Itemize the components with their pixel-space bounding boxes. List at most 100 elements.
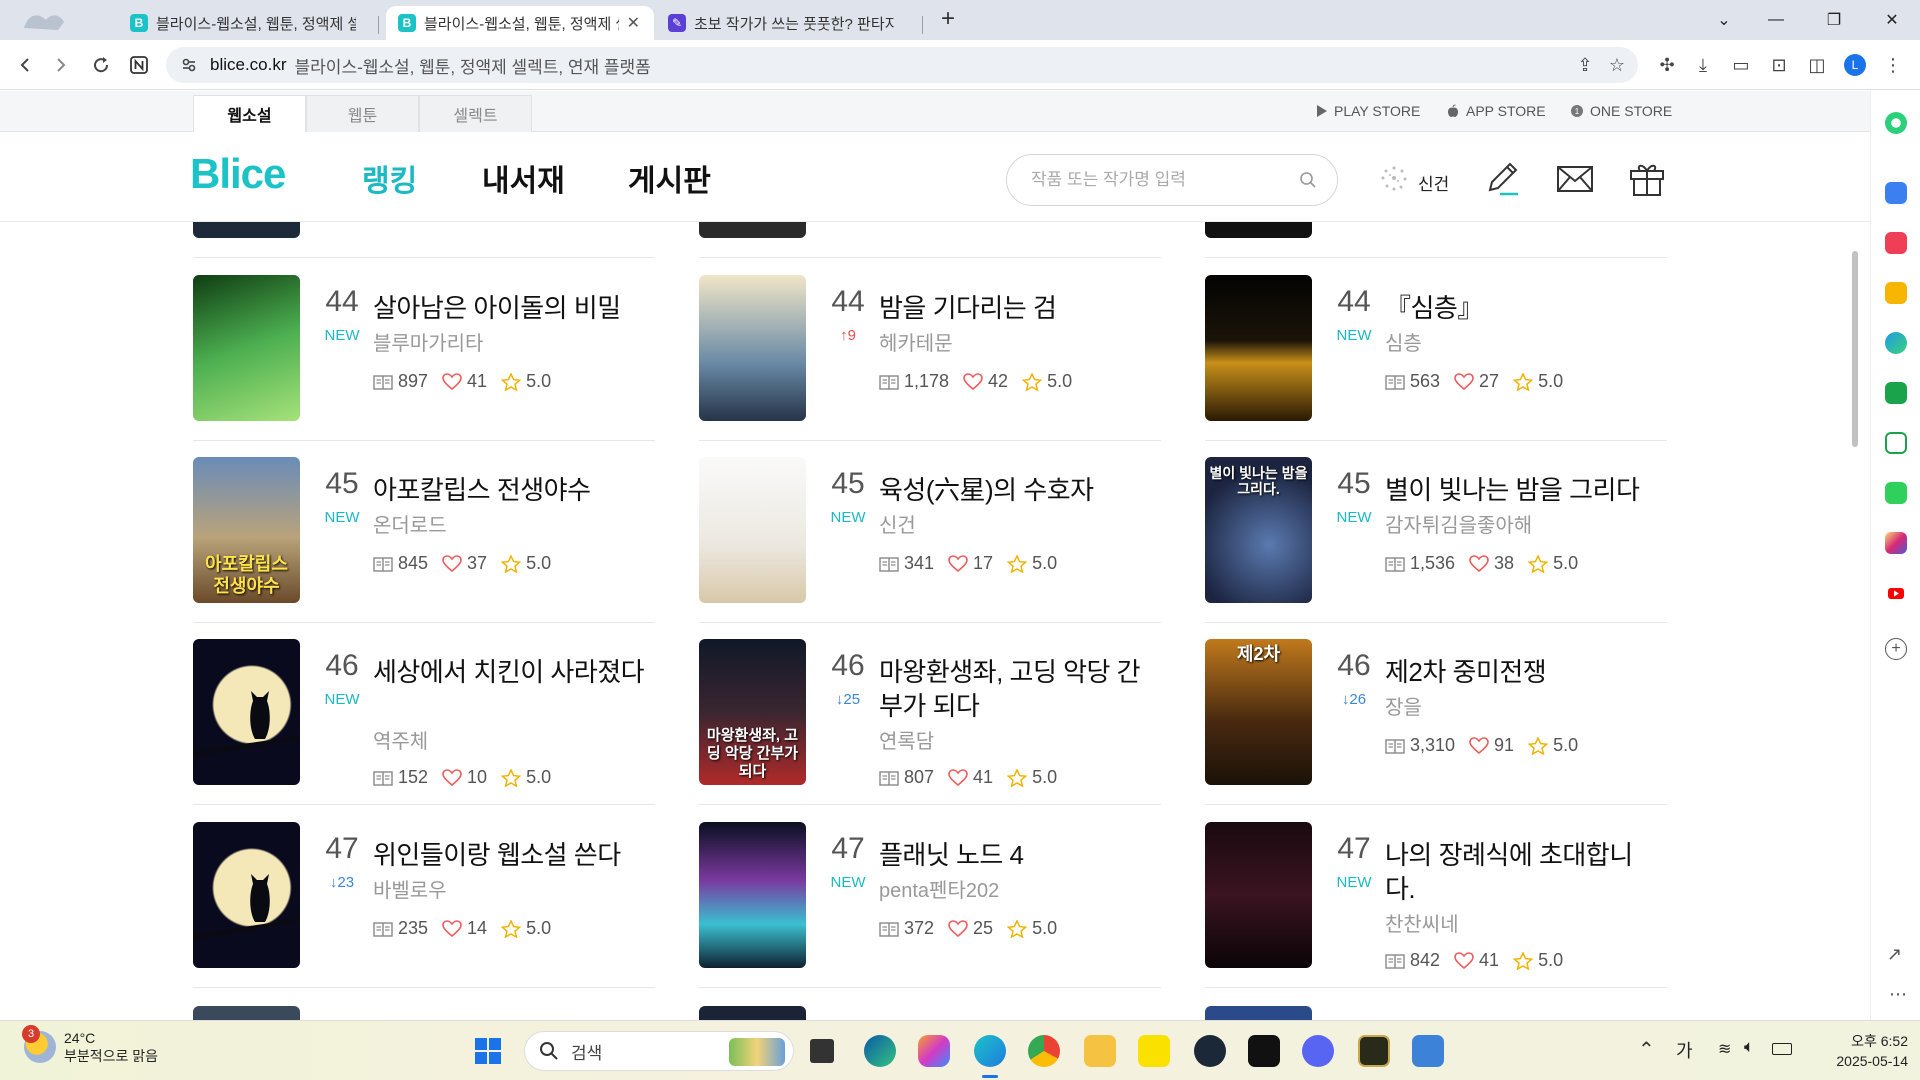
youtube-icon[interactable] — [1885, 582, 1907, 604]
open-external-icon[interactable]: ↗ — [1887, 944, 1902, 965]
author-name[interactable]: 바벨로우 — [373, 874, 447, 903]
cover-image[interactable]: 마왕환생좌, 고딩 악당 간부가 되다 — [699, 639, 806, 785]
file-explorer-icon[interactable] — [1084, 1035, 1116, 1067]
app-store-link[interactable]: APP STORE — [1446, 103, 1546, 119]
ranking-card[interactable]: 47 NEW 나의 장례식에 초대합니다. 찬찬씨네 842 41 5.0 — [1205, 822, 1667, 988]
task-view-icon[interactable] — [810, 1039, 834, 1063]
author-name[interactable]: 감자튀김을좋아해 — [1385, 509, 1532, 538]
taskbar-clock[interactable]: 오후 6:52 2025-05-14 — [1808, 1031, 1908, 1071]
browser-tab-novel[interactable]: ✎ 초보 작가가 쓰는 풋풋한? 판타지 — [656, 6, 918, 40]
tab-webtoon[interactable]: 웹툰 — [306, 95, 419, 132]
author-name[interactable]: 역주체 — [373, 725, 428, 754]
tray-overflow-icon[interactable]: ⌃ — [1638, 1037, 1655, 1062]
author-name[interactable]: 블루마가리타 — [373, 327, 483, 356]
close-window-button[interactable]: ✕ — [1864, 0, 1920, 40]
cover-image[interactable] — [699, 822, 806, 968]
tab-search-icon[interactable] — [18, 8, 68, 34]
taskbar-search[interactable]: 검색 — [524, 1031, 794, 1071]
address-bar[interactable]: blice.co.kr 블라이스-웹소설, 웹툰, 정액제 셀렉트, 연재 플랫… — [166, 47, 1638, 83]
cover-image[interactable]: 제2차 — [1205, 639, 1312, 785]
novel-title[interactable]: 플래닛 노드 4 — [879, 838, 1154, 872]
new-tab-button[interactable]: + — [934, 6, 962, 34]
copilot-icon[interactable] — [1885, 112, 1907, 134]
notion-app-icon[interactable] — [1248, 1035, 1280, 1067]
ranking-card[interactable]: 44 ↑9 밤을 기다리는 검 헤카테문 1,178 42 5.0 — [699, 275, 1161, 441]
novel-title[interactable]: 아포칼립스 전생야수 — [373, 473, 648, 507]
menu-kebab-icon[interactable]: ⋮ — [1880, 52, 1906, 78]
author-name[interactable]: 심층 — [1385, 327, 1422, 356]
cover-image[interactable] — [699, 457, 806, 603]
cover-image[interactable] — [1205, 822, 1312, 968]
novel-title[interactable]: 세상에서 치킨이 사라졌다 — [373, 655, 648, 689]
pocket-icon[interactable] — [1885, 232, 1907, 254]
battery-icon[interactable] — [1772, 1043, 1792, 1055]
nav-board[interactable]: 게시판 — [628, 156, 711, 200]
add-panel-icon[interactable]: + — [1885, 638, 1907, 660]
ranking-card[interactable]: 45 NEW 육성(六星)의 수호자 신건 341 17 5.0 — [699, 457, 1161, 623]
author-name[interactable]: 장을 — [1385, 691, 1422, 720]
author-name[interactable]: 찬찬씨네 — [1385, 908, 1459, 937]
novel-title[interactable]: 살아남은 아이돌의 비밀 — [373, 291, 648, 325]
restore-button[interactable]: ❐ — [1806, 0, 1862, 40]
browser-tab-blice-1[interactable]: B 블라이스-웹소설, 웹툰, 정액제 셀렉트, 연재 플랫폼 — [118, 6, 376, 40]
forward-button[interactable] — [46, 50, 76, 80]
next-row-cover-partial[interactable] — [193, 1006, 300, 1020]
author-name[interactable]: 연록담 — [879, 725, 934, 754]
ranking-card[interactable]: 46 NEW 세상에서 치킨이 사라졌다 역주체 152 10 5.0 — [193, 639, 655, 805]
windows-start-icon[interactable] — [474, 1037, 502, 1065]
tab-select[interactable]: 셀렉트 — [419, 95, 532, 132]
tab-webnovel[interactable]: 웹소설 — [193, 95, 306, 132]
instagram-icon[interactable] — [1885, 532, 1907, 554]
chrome-icon[interactable] — [1028, 1035, 1060, 1067]
ranking-card[interactable]: 아포칼립스 전생야수 45 NEW 아포칼립스 전생야수 온더로드 845 37 5.0 — [193, 457, 655, 623]
shopping-icon[interactable] — [1885, 382, 1907, 404]
ranking-card[interactable]: 47 ↓23 위인들이랑 웹소설 쓴다 바벨로우 235 14 5.0 — [193, 822, 655, 988]
search-icon[interactable] — [1299, 171, 1317, 189]
panel-settings-icon[interactable]: ⋯ — [1889, 984, 1907, 1005]
wifi-icon[interactable]: ≋ — [1718, 1039, 1731, 1059]
next-row-cover-partial[interactable] — [1205, 1006, 1312, 1020]
cover-image[interactable] — [1205, 275, 1312, 421]
cover-image[interactable]: 아포칼립스 전생야수 — [193, 457, 300, 603]
blice-logo[interactable]: Blice — [190, 150, 286, 198]
play-store-link[interactable]: PLAY STORE — [1316, 103, 1420, 119]
cover-image[interactable] — [193, 822, 300, 968]
steam-icon[interactable] — [1194, 1035, 1226, 1067]
side-panel-icon[interactable]: ◫ — [1804, 52, 1830, 78]
ranking-card[interactable]: 마왕환생좌, 고딩 악당 간부가 되다 46 ↓25 마왕환생좌, 고딩 악당 간부가… — [699, 639, 1161, 805]
minimize-button[interactable]: — — [1748, 0, 1804, 40]
notion-extension-button[interactable] — [124, 50, 154, 80]
next-row-cover-partial[interactable] — [699, 1006, 806, 1020]
cover-image[interactable] — [193, 275, 300, 421]
browser-tab-blice-2[interactable]: B 블라이스-웹소설, 웹툰, 정액제 셀렉트, 연재 플랫폼 ✕ — [386, 6, 654, 40]
share-icon[interactable]: ⇪ — [1572, 52, 1598, 78]
novel-title[interactable]: 위인들이랑 웹소설 쓴다 — [373, 838, 648, 872]
ranking-card[interactable]: 47 NEW 플래닛 노드 4 penta펜타202 372 25 5.0 — [699, 822, 1161, 988]
ranking-card[interactable]: 44 NEW 『심층』 심층 563 27 5.0 — [1205, 275, 1667, 441]
nav-library[interactable]: 내서재 — [482, 156, 565, 200]
user-name[interactable]: 신건 — [1418, 170, 1449, 195]
cast-icon[interactable]: ▭ — [1728, 52, 1754, 78]
screenshot-icon[interactable]: ⊡ — [1766, 52, 1792, 78]
ranking-card[interactable]: 제2차 46 ↓26 제2차 중미전쟁 장을 3,310 91 5.0 — [1205, 639, 1667, 805]
author-name[interactable]: 신건 — [879, 509, 916, 538]
league-of-legends-icon[interactable] — [1358, 1035, 1390, 1067]
stocks-icon[interactable] — [1885, 432, 1907, 454]
novel-title[interactable]: 육성(六星)의 수호자 — [879, 473, 1154, 507]
notepad-icon[interactable] — [1412, 1035, 1444, 1067]
ime-indicator[interactable]: 가 — [1676, 1037, 1693, 1063]
one-store-link[interactable]: 1 ONE STORE — [1570, 103, 1672, 119]
kakaotalk-icon[interactable] — [1138, 1035, 1170, 1067]
briefcase-icon[interactable] — [1885, 182, 1907, 204]
cover-image[interactable] — [193, 639, 300, 785]
ranking-card[interactable]: 44 NEW 살아남은 아이돌의 비밀 블루마가리타 897 41 5.0 — [193, 275, 655, 441]
webtoon-icon[interactable] — [1885, 482, 1907, 504]
search-input[interactable] — [1031, 170, 1291, 190]
author-name[interactable]: 온더로드 — [373, 509, 447, 538]
site-info-icon[interactable] — [180, 56, 198, 74]
volume-icon[interactable]: 🔈︎ — [1744, 1037, 1754, 1057]
nav-ranking[interactable]: 랭킹 — [362, 156, 417, 200]
novel-title[interactable]: 제2차 중미전쟁 — [1385, 655, 1660, 689]
novel-title[interactable]: 밤을 기다리는 검 — [879, 291, 1154, 325]
download-icon[interactable]: ⤓ — [1690, 52, 1716, 78]
